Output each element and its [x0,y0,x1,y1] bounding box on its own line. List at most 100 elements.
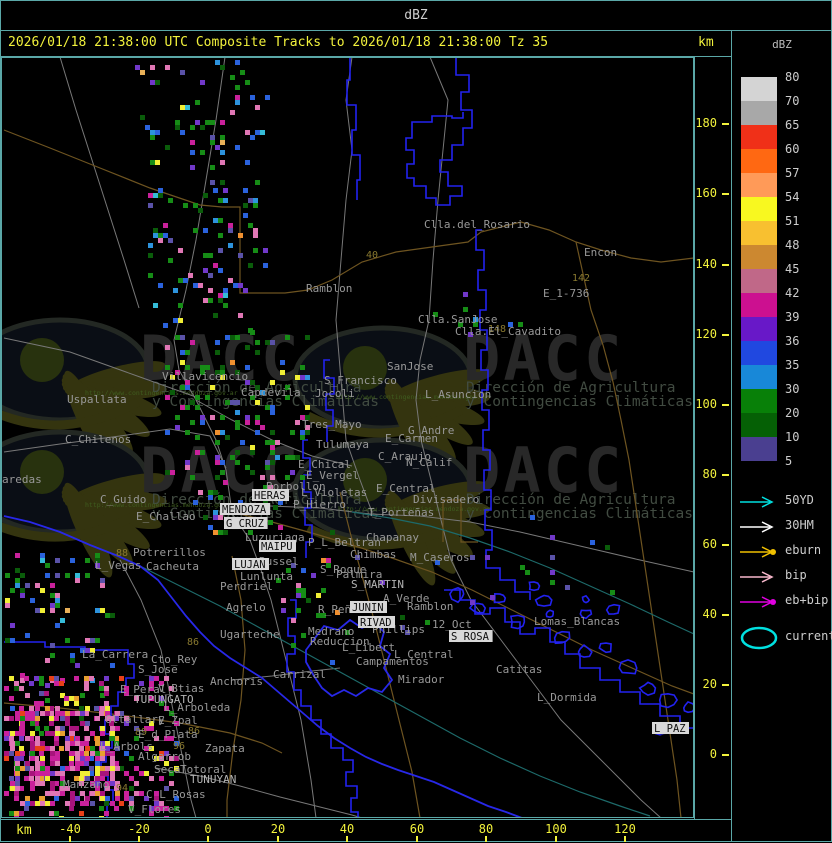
echo-pixel [295,420,300,425]
place-label: SanJose [387,360,433,373]
echo-pixel [228,223,233,228]
echo-pixel [35,766,40,771]
echo-pixel [220,140,225,145]
echo-pixel [190,165,195,170]
place-label: Seca [154,763,181,776]
echo-pixel [65,741,70,746]
echo-pixel [248,263,253,268]
scale-tick-label: 20 [785,406,800,420]
echo-pixel [213,218,218,223]
echo-pixel [10,731,15,736]
echo-pixel [9,716,14,721]
echo-pixel [218,298,223,303]
echo-pixel [215,340,220,345]
echo-pixel [70,711,75,716]
header-bar: 2026/01/18 21:38:00 UTC Composite Tracks… [0,30,732,57]
echo-pixel [195,405,200,410]
echo-pixel [100,608,105,613]
echo-pixel [100,578,105,583]
echo-pixel [9,736,14,741]
echo-pixel [110,766,115,771]
echo-pixel [75,573,80,578]
echo-pixel [85,721,90,726]
echo-pixel [50,653,55,658]
echo-pixel [5,573,10,578]
echo-pixel [45,563,50,568]
place-label: Lomas_Blancas [534,615,620,628]
right-axis-tick-label: 60 [702,537,717,551]
echo-pixel [85,756,90,761]
echo-pixel [173,318,178,323]
echo-pixel [79,716,84,721]
echo-pixel [25,583,30,588]
echo-pixel [316,593,321,598]
bottom-axis-tick [138,836,140,842]
echo-pixel [45,776,50,781]
echo-pixel [550,535,555,540]
echo-pixel [250,470,255,475]
legend-symbol-eburn [738,544,780,558]
scale-tick-label: 5 [785,454,793,468]
echo-pixel [198,208,203,213]
echo-pixel [104,691,109,696]
echo-pixel [265,340,270,345]
echo-pixel [149,776,154,781]
echo-pixel [15,761,20,766]
place-label: Anchoris [210,675,263,688]
echo-pixel [291,643,296,648]
right-axis-tick-label: 180 [695,116,717,130]
echo-pixel [306,598,311,603]
echo-pixel [119,801,124,806]
road-brown [3,129,695,294]
echo-pixel [30,716,35,721]
echo-pixel [55,623,60,628]
echo-pixel [15,731,20,736]
echo-pixel [285,455,290,460]
echo-pixel [190,340,195,345]
echo-pixel [190,125,195,130]
echo-pixel [245,465,250,470]
small-lake [658,693,679,709]
scale-swatch [741,269,777,293]
echo-pixel [220,415,225,420]
echo-pixel [75,663,80,668]
small-lake [577,643,593,658]
echo-pixel [80,693,85,698]
echo-pixel [45,683,50,688]
dacc-watermark-subtitle: y Contingencias Climáticas [466,394,693,410]
echo-pixel [50,781,55,786]
echo-pixel [124,771,129,776]
echo-pixel [85,638,90,643]
echo-pixel [39,691,44,696]
bottom-axis: km -40 -20 0 20 40 60 80 100 120 [0,819,731,843]
echo-pixel [155,80,160,85]
echo-pixel [240,440,245,445]
echo-pixel [45,731,50,736]
echo-pixel [84,726,89,731]
city-box-label: S_ROSA [451,631,490,643]
echo-pixel [74,701,79,706]
place-label: E_Challao [136,510,196,523]
echo-pixel [550,580,555,585]
echo-pixel [100,706,105,711]
radar-map-canvas[interactable]: DACC DACC DACC DACC Dirección de Agricultura… [0,56,709,821]
legend-symbol-50yd [738,494,780,508]
echo-pixel [65,801,70,806]
echo-pixel [295,375,300,380]
scale-tick-label: 48 [785,238,800,252]
echo-pixel [35,736,40,741]
echo-pixel [54,716,59,721]
legend-row: 50YD [732,492,832,512]
echo-pixel [85,746,90,751]
echo-pixel [100,756,105,761]
echo-pixel [45,573,50,578]
legend-row: eburn [732,542,832,562]
echo-pixel [250,450,255,455]
echo-pixel [25,736,30,741]
echo-pixel [165,65,170,70]
echo-pixel [95,553,100,558]
legend-row: 30HM [732,517,832,537]
echo-pixel [173,288,178,293]
echo-pixel [153,193,158,198]
place-label: 12_Oct [432,618,472,631]
